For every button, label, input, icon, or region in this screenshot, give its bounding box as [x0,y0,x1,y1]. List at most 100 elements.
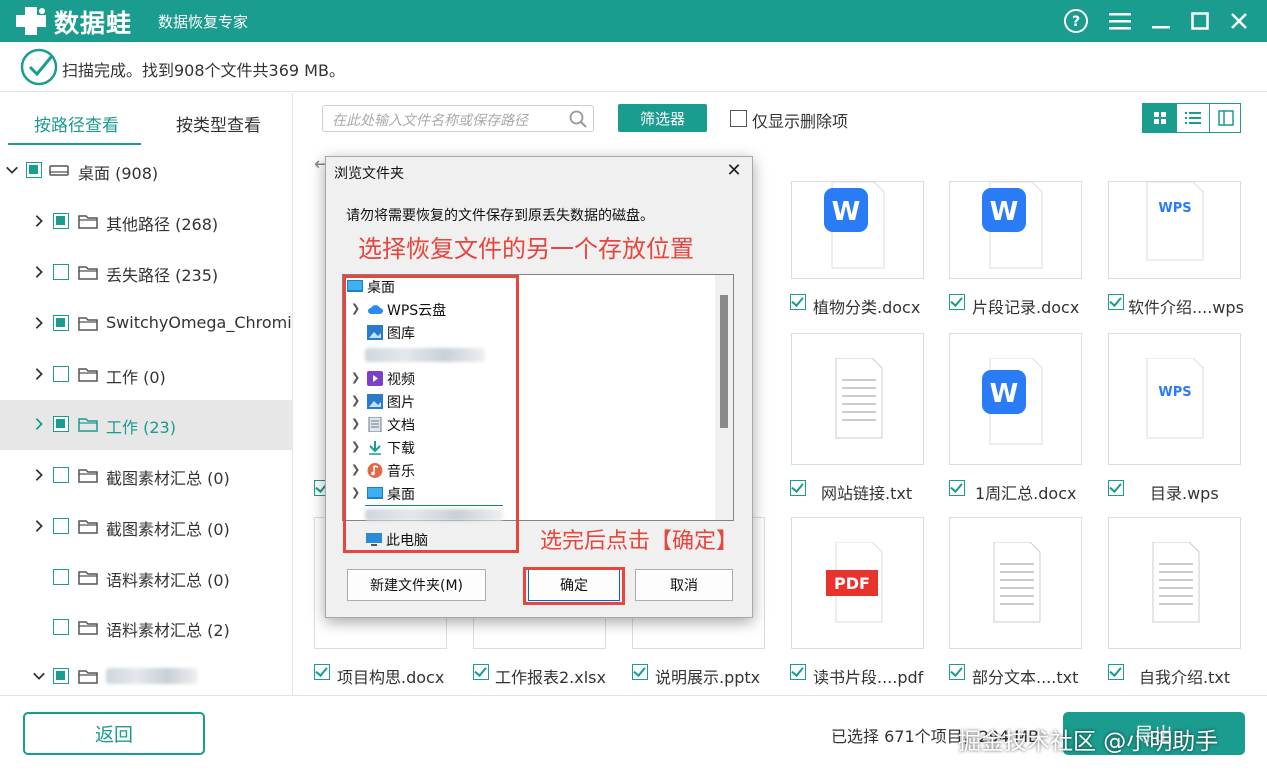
file-card[interactable] [1108,517,1241,649]
file-checkbox[interactable] [473,664,489,680]
chevron-right-icon[interactable] [32,315,46,331]
back-button[interactable]: 返回 [23,712,205,755]
tree-scrollbar[interactable] [715,275,733,520]
file-card[interactable]: W [949,333,1082,465]
dialog-title: 浏览文件夹 [334,166,404,182]
file-checkbox[interactable] [632,664,648,680]
tree-checkbox[interactable] [53,467,69,483]
file-checkbox[interactable] [790,480,806,496]
browse-folder-dialog: 浏览文件夹 ✕ 请勿将需要恢复的文件保存到原丢失数据的磁盘。 选择恢复文件的另一… [325,156,753,618]
dialog-close-icon[interactable]: ✕ [724,161,744,181]
file-card[interactable] [791,333,924,465]
file-name: 片段记录.docx [972,298,1080,317]
chevron-right-icon[interactable] [32,416,46,432]
tree-label: 工作 (23) [106,418,176,437]
svg-text:W: W [990,379,1019,409]
title-bar: 数据蛙 数据恢复专家 ? [0,0,1267,42]
file-card[interactable] [949,517,1082,649]
file-card[interactable]: W [949,181,1082,279]
folder-icon [78,266,98,280]
file-checkbox[interactable] [1108,294,1124,310]
tree-row[interactable]: 语料素材汇总 (0) [0,553,293,603]
folder-icon [78,215,98,229]
tree-row[interactable]: 桌面 (908) [0,146,293,196]
menu-icon[interactable] [1105,6,1135,36]
text-file-icon [1152,542,1200,623]
chevron-right-icon[interactable] [32,366,46,382]
file-card[interactable]: WPS [1108,333,1241,465]
maximize-icon[interactable] [1185,6,1215,36]
tree-label: 其他路径 (268) [106,215,219,234]
svg-text:WPS: WPS [1158,201,1191,216]
word-file-icon: W [824,182,885,269]
file-checkbox[interactable] [1108,664,1124,680]
help-icon[interactable]: ? [1061,6,1091,36]
annotation-choose-location: 选择恢复文件的另一个存放位置 [358,235,694,263]
file-checkbox[interactable] [790,294,806,310]
word-file-icon: W [982,358,1043,445]
tree-checkbox[interactable] [26,162,42,178]
tree-label: 工作 (0) [106,368,166,387]
file-checkbox[interactable] [949,294,965,310]
tree-label: 丢失路径 (235) [106,266,219,285]
new-folder-button[interactable]: 新建文件夹(M) [347,569,486,601]
only-deleted-label: 仅显示删除项 [752,112,849,131]
tree-checkbox[interactable] [53,366,69,382]
tree-row[interactable]: 工作 (0) [0,350,293,400]
tree-checkbox[interactable] [53,619,69,635]
chevron-right-icon[interactable] [32,264,46,280]
close-icon[interactable] [1224,6,1254,36]
chevron-down-icon[interactable] [5,162,19,178]
chevron-right-icon[interactable] [32,467,46,483]
chevron-right-icon[interactable] [32,518,46,534]
tree-label: SwitchyOmega_Chromium [106,313,293,332]
cancel-button[interactable]: 取消 [635,569,733,601]
only-deleted-checkbox[interactable] [730,110,747,127]
folder-icon [78,317,98,331]
tab-by-type[interactable]: 按类型查看 [176,111,261,136]
grid-view-icon[interactable] [1143,104,1176,132]
list-view-icon[interactable] [1176,104,1209,132]
tree-row[interactable]: 其他路径 (268) [0,197,293,247]
tree-checkbox[interactable] [53,213,69,229]
text-file-icon [993,542,1041,623]
tree-checkbox[interactable] [53,315,69,331]
annotation-highlight-tree [343,275,519,553]
tree-checkbox[interactable] [53,668,69,684]
file-checkbox[interactable] [949,664,965,680]
search-icon[interactable] [569,110,587,128]
tree-row[interactable]: 语料素材汇总 (2) [0,603,293,653]
svg-text:W: W [990,197,1019,227]
folder-icon [78,520,98,534]
tree-checkbox[interactable] [53,518,69,534]
file-checkbox[interactable] [790,664,806,680]
file-checkbox[interactable] [949,480,965,496]
file-name: 说明展示.pptx [655,668,761,687]
chevron-right-icon[interactable] [32,213,46,229]
file-card[interactable]: PDF [791,517,924,649]
file-card[interactable]: W [791,181,924,279]
tree-checkbox[interactable] [53,569,69,585]
tree-row[interactable]: 丢失路径 (235) [0,248,293,298]
tree-checkbox[interactable] [53,416,69,432]
tree-row[interactable]: 截图素材汇总 (0) [0,502,293,552]
minimize-icon[interactable] [1146,6,1176,36]
wps-file-icon: WPS [1146,358,1204,439]
tree-row[interactable] [0,656,293,695]
file-card[interactable]: WPS [1108,181,1241,279]
tree-checkbox[interactable] [53,264,69,280]
filter-button[interactable]: 筛选器 [618,104,707,132]
tree-label: 桌面 (908) [78,164,159,183]
detail-view-icon[interactable] [1209,104,1242,132]
tab-by-path[interactable]: 按路径查看 [34,111,119,136]
file-checkbox[interactable] [1108,480,1124,496]
file-name: 植物分类.docx [813,298,921,317]
scrollbar-thumb[interactable] [720,295,728,428]
tree-row-selected[interactable]: 工作 (23) [0,400,293,450]
file-checkbox[interactable] [314,664,330,680]
wps-file-icon: WPS [1146,182,1204,261]
tree-row[interactable]: 截图素材汇总 (0) [0,451,293,501]
search-input[interactable]: 在此处输入文件名称或保存路径 [322,105,594,132]
tree-row[interactable]: SwitchyOmega_Chromium [0,299,293,349]
chevron-down-icon[interactable] [32,668,46,684]
